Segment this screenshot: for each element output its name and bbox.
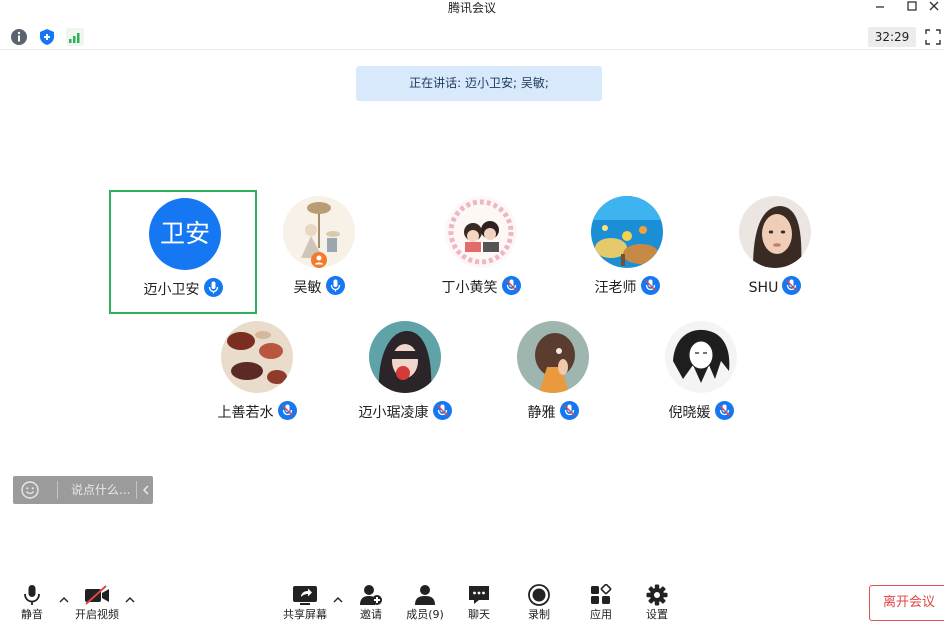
mic-muted-icon (714, 401, 734, 420)
avatar (221, 321, 293, 393)
participant-name-row: 倪晓媛 (627, 401, 775, 423)
video-label: 开启视频 (75, 608, 119, 621)
speaking-banner: 正在讲话: 迈小卫安; 吴敏; (356, 66, 602, 101)
settings-label: 设置 (646, 608, 668, 621)
mute-label: 静音 (21, 608, 43, 621)
participant-name-row: 迈小琚凌康 (331, 401, 479, 423)
info-icon[interactable] (10, 28, 28, 46)
divider (136, 481, 137, 499)
settings-button[interactable]: 设置 (627, 580, 687, 624)
participant-tile[interactable]: 倪晓媛 (627, 315, 775, 439)
status-bar: 32:29 (0, 26, 944, 50)
participant-name-row: 上善若水 (183, 401, 331, 423)
participant-name-row: 静雅 (479, 401, 627, 423)
participant-tile[interactable]: 卫安 迈小卫安 (109, 190, 257, 314)
record-label: 录制 (528, 608, 550, 621)
participant-name-row: SHU (701, 276, 849, 298)
participant-name-row: 吴敏 (245, 276, 393, 298)
chat-input[interactable]: 说点什么... (13, 476, 153, 504)
members-button[interactable]: 成员(9) (395, 580, 455, 624)
participant-name-row: 迈小卫安 (111, 278, 255, 300)
chat-button[interactable]: 聊天 (449, 580, 509, 624)
participant-name: 汪老师 (594, 280, 637, 296)
mic-active-icon (203, 278, 223, 297)
chevron-left-icon[interactable] (141, 476, 151, 515)
invite-button[interactable]: 邀请 (341, 580, 401, 624)
participant-name-row: 丁小黄笑 (407, 276, 555, 298)
participant-tile[interactable]: 静雅 (479, 315, 627, 439)
chevron-up-icon[interactable] (124, 594, 136, 606)
chat-placeholder: 说点什么... (71, 483, 131, 497)
members-icon (415, 585, 435, 605)
signal-icon[interactable] (66, 28, 84, 46)
participant-tile[interactable]: 汪老师 (553, 190, 701, 314)
members-label: 成员(9) (406, 608, 444, 621)
participant-name: 倪晓媛 (668, 405, 711, 421)
chat-label: 聊天 (468, 608, 490, 621)
apps-label: 应用 (590, 608, 612, 621)
chat-icon (469, 586, 489, 604)
participant-tile[interactable]: 丁小黄笑 (407, 190, 555, 314)
avatar (445, 196, 517, 268)
window-title: 腾讯会议 (447, 1, 496, 15)
participant-name: SHU (748, 280, 779, 296)
mic-muted-icon (640, 276, 660, 295)
avatar (739, 196, 811, 268)
participant-tile[interactable]: 吴敏 (245, 190, 393, 314)
invite-label: 邀请 (360, 608, 382, 621)
meeting-timer: 32:29 (868, 27, 916, 47)
camera-off-icon (85, 585, 109, 605)
participant-tile[interactable]: 上善若水 (183, 315, 331, 439)
microphone-icon (24, 585, 40, 605)
participant-name: 迈小卫安 (143, 282, 200, 298)
participant-tile[interactable]: 迈小琚凌康 (331, 315, 479, 439)
mute-button[interactable]: 静音 (2, 580, 62, 624)
host-badge-icon (311, 252, 327, 268)
participant-name: 迈小琚凌康 (358, 405, 429, 421)
start-video-button[interactable]: 开启视频 (67, 580, 127, 624)
minimize-icon[interactable] (870, 0, 890, 16)
apps-button[interactable]: 应用 (571, 580, 631, 624)
divider (57, 481, 58, 499)
share-screen-icon (293, 586, 317, 605)
participant-name-row: 汪老师 (553, 276, 701, 298)
participant-name: 吴敏 (293, 280, 322, 296)
shield-icon[interactable] (38, 28, 56, 46)
mic-active-icon (325, 276, 345, 295)
avatar: 卫安 (149, 198, 221, 270)
participant-name: 丁小黄笑 (441, 280, 498, 296)
mic-muted-icon (782, 276, 802, 295)
mic-muted-icon (559, 401, 579, 420)
participant-name: 上善若水 (217, 405, 274, 421)
mic-muted-icon (432, 401, 452, 420)
avatar (517, 321, 589, 393)
avatar (665, 321, 737, 393)
avatar (591, 196, 663, 268)
participant-tile[interactable]: SHU (701, 190, 849, 314)
record-button[interactable]: 录制 (509, 580, 569, 624)
apps-icon (591, 584, 612, 604)
share-screen-button[interactable]: 共享屏幕 (275, 580, 335, 624)
meeting-window: 腾讯会议 32:29 正在讲话: 迈小卫安; 吴敏; 卫安 迈小卫安 吴敏 丁小… (0, 0, 944, 624)
leave-meeting-button[interactable]: 离开会议 (869, 585, 944, 621)
close-icon[interactable] (924, 0, 944, 16)
mic-muted-icon (277, 401, 297, 420)
title-bar: 腾讯会议 (0, 0, 944, 18)
share-label: 共享屏幕 (283, 608, 327, 621)
fullscreen-icon[interactable] (924, 28, 942, 46)
avatar (369, 321, 441, 393)
record-icon (528, 584, 550, 606)
emoji-icon[interactable] (21, 481, 39, 499)
add-user-icon (360, 585, 382, 605)
mic-muted-icon (501, 276, 521, 295)
gear-icon (646, 584, 668, 606)
maximize-icon[interactable] (902, 0, 922, 16)
participant-name: 静雅 (527, 405, 556, 421)
